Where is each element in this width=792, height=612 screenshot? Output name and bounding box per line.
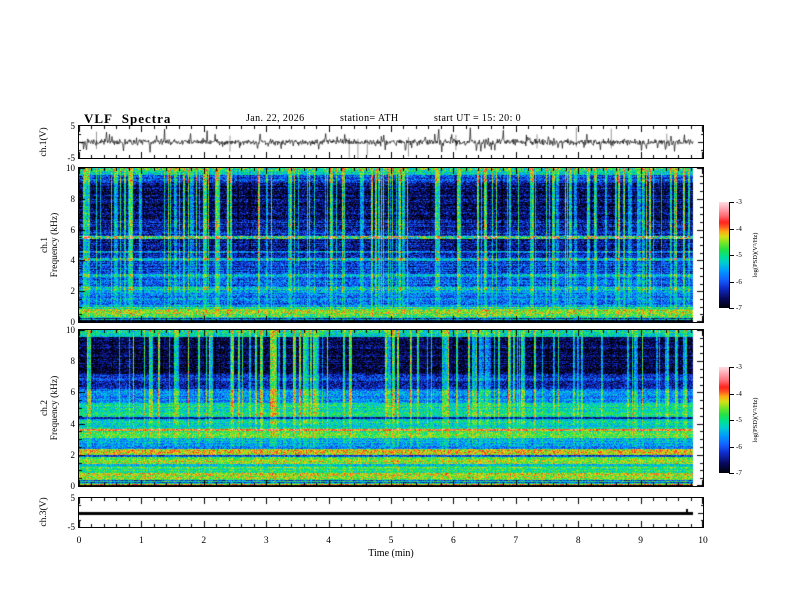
colorbar-ch1-tick-label: -3	[736, 198, 742, 206]
colorbar-ch1-canvas	[719, 202, 729, 308]
y-tick-label: 2	[70, 449, 76, 460]
colorbar-ch2-tick-mark	[729, 367, 734, 368]
ch1-frequency-axis-label: ch.1 Frequency (kHz)	[40, 170, 60, 320]
colorbar-ch1	[719, 202, 729, 308]
colorbar-ch1-tick-mark	[729, 255, 734, 256]
y-tick-label: -5	[67, 522, 76, 532]
x-tick-label: 7	[513, 536, 519, 546]
y-tick-label: -5	[67, 153, 76, 163]
ch3-voltage-axis-label: ch.3(V)	[39, 497, 49, 527]
colorbar-ch2-tick-label: -3	[736, 363, 742, 371]
y-tick-label: 10	[66, 163, 75, 173]
x-tick-label: 8	[575, 536, 581, 546]
time-axis-label: Time (min)	[368, 548, 414, 559]
ch1-spectrogram-panel	[78, 167, 704, 323]
colorbar-ch1-label: log(PSD)(V²/Hz)	[752, 232, 759, 278]
colorbar-ch2-tick-label: -5	[736, 416, 742, 424]
colorbar-ch2-tick-mark	[729, 420, 734, 421]
colorbar-ch1-tick-mark	[729, 308, 734, 309]
ch1-frequency-axis-label-line1: ch.1	[40, 236, 50, 254]
y-tick-label: 4	[70, 418, 76, 429]
ch2-spectrogram-panel	[78, 329, 704, 487]
ch1-waveform-canvas	[79, 126, 703, 158]
x-tick-label: 9	[638, 536, 643, 546]
header-station: station= ATH	[340, 113, 399, 124]
y-tick-label: 10	[66, 325, 75, 335]
y-tick-label: 8	[70, 193, 76, 204]
x-tick-label: 5	[388, 536, 394, 546]
ch2-frequency-axis-label-line1: ch.2	[40, 399, 50, 417]
x-tick-label: 2	[201, 536, 207, 546]
ch1-waveform-panel	[78, 125, 704, 159]
colorbar-ch2	[719, 367, 729, 473]
ch1-spectrogram-canvas	[79, 168, 703, 322]
y-tick-label: 0	[70, 481, 76, 491]
colorbar-ch1-tick-label: -5	[736, 251, 742, 259]
y-tick-label: 6	[70, 224, 76, 235]
x-tick-label: 1	[139, 536, 144, 546]
colorbar-ch2-tick-mark	[729, 393, 734, 395]
y-tick-label: 5	[70, 121, 76, 131]
ch3-waveform-panel	[78, 497, 704, 528]
ch2-spectrogram-canvas	[79, 330, 703, 486]
colorbar-ch2-tick-mark	[729, 446, 734, 448]
colorbar-ch2-canvas	[719, 367, 729, 473]
y-tick-label: 6	[70, 387, 76, 398]
y-tick-label: 8	[70, 356, 76, 367]
ch1-frequency-axis-label-line2: Frequency (kHz)	[50, 212, 60, 278]
header-start-ut: start UT = 15: 20: 0	[434, 113, 522, 124]
vlf-spectra-figure: VLF Spectra Jan. 22, 2026 station= ATH s…	[0, 0, 792, 612]
colorbar-ch1-tick-label: -7	[736, 304, 742, 312]
colorbar-ch1-tick-mark	[729, 202, 734, 203]
colorbar-ch2-tick-mark	[729, 473, 734, 474]
x-tick-label: 0	[76, 536, 82, 546]
y-tick-label: 4	[70, 255, 76, 266]
colorbar-ch1-tick-label: -6	[736, 277, 742, 286]
colorbar-ch2-tick-label: -6	[736, 442, 742, 451]
x-tick-label: 10	[698, 536, 708, 546]
colorbar-ch2-tick-label: -4	[736, 389, 742, 398]
colorbar-ch1-tick-mark	[729, 228, 734, 230]
y-tick-label: 5	[70, 493, 76, 503]
header-date: Jan. 22, 2026	[246, 113, 305, 124]
colorbar-ch1-tick-label: -4	[736, 224, 742, 233]
colorbar-ch2-label: log(PSD)(V²/Hz)	[752, 397, 759, 443]
colorbar-ch1-tick-mark	[729, 281, 734, 283]
x-tick-label: 3	[263, 536, 269, 546]
x-tick-label: 6	[451, 536, 456, 546]
y-tick-label: 2	[70, 286, 76, 297]
ch3-waveform-canvas	[79, 498, 703, 527]
colorbar-ch2-tick-label: -7	[736, 469, 742, 477]
x-tick-label: 4	[326, 536, 331, 546]
